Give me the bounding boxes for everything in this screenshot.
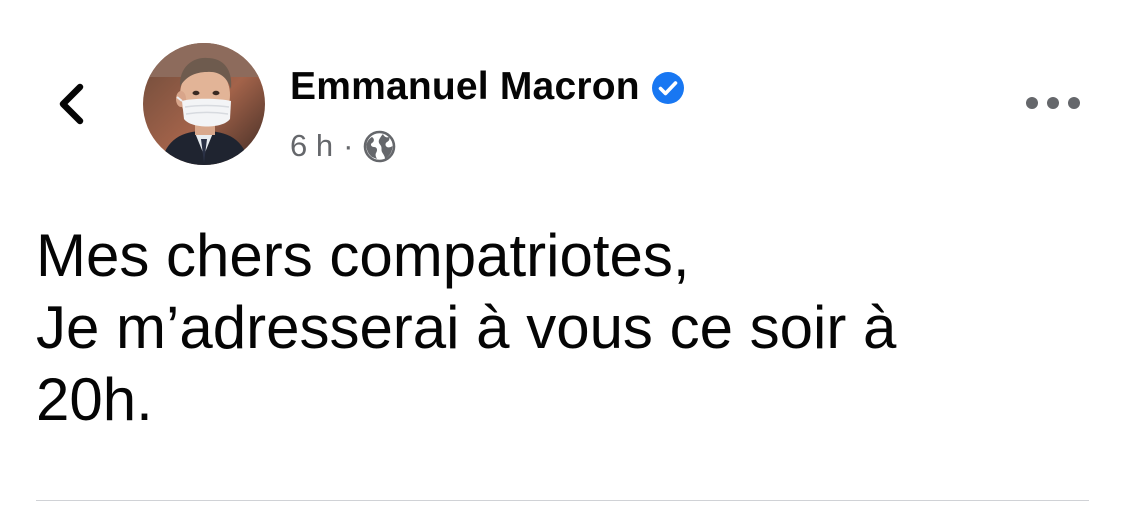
author-name[interactable]: Emmanuel Macron — [290, 64, 640, 110]
post-text-line: 20h. — [36, 366, 153, 433]
post-timestamp[interactable]: 6 h — [290, 126, 333, 166]
back-button[interactable] — [46, 76, 96, 132]
post-body: Mes chers compatriotes, Je m’adresserai … — [36, 220, 1096, 436]
divider — [36, 500, 1089, 501]
post-text-line: Je m’adresserai à vous ce soir à — [36, 294, 897, 361]
profile-photo — [143, 43, 265, 165]
more-horizontal-icon — [1026, 97, 1080, 109]
author-name-row: Emmanuel Macron — [290, 64, 685, 110]
chevron-left-icon — [59, 83, 84, 125]
verified-badge-icon — [651, 70, 685, 104]
post-text-line: Mes chers compatriotes, — [36, 222, 690, 289]
more-options-button[interactable] — [1020, 86, 1086, 120]
avatar[interactable] — [143, 43, 265, 165]
globe-icon — [363, 130, 396, 163]
post-meta: 6 h · — [290, 126, 396, 166]
meta-separator: · — [343, 128, 354, 163]
